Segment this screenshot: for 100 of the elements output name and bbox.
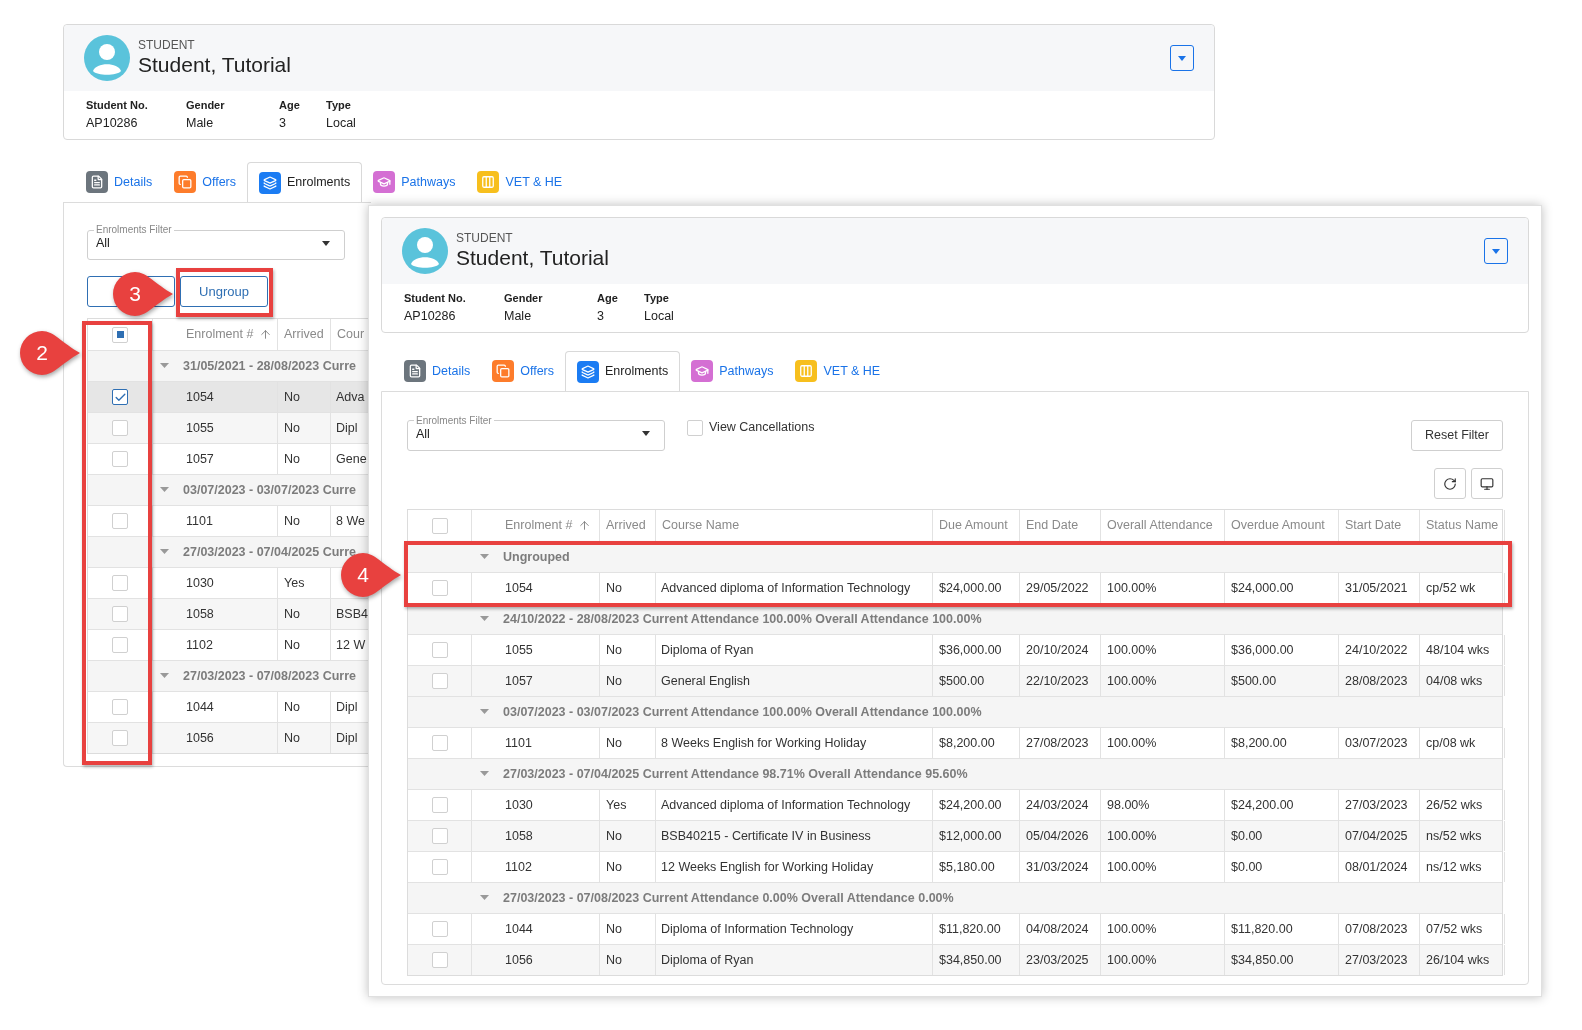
table-cell-text: 1055 <box>186 419 214 437</box>
field-value: Male <box>504 308 533 325</box>
table-cell-text: $8,200.00 <box>939 734 995 752</box>
group-title: 27/03/2023 - 07/04/2025 Current Attendance 98.71% Overall Attendance 95.60% <box>503 765 968 783</box>
table-cell-text: 1054 <box>505 579 533 597</box>
table-cell-text: No <box>284 729 300 747</box>
table-cell-text: 100.00% <box>1107 734 1157 752</box>
table-cell-text: Diploma of Information Technology <box>661 920 854 938</box>
field-label: Age <box>597 291 619 306</box>
table-cell-text: $0.00 <box>1231 858 1263 876</box>
table-cell-text: 1058 <box>505 827 533 845</box>
record-type: STUDENT <box>456 231 514 245</box>
table-cell-text: ns/52 wks <box>1426 827 1482 845</box>
table-cell-text: 1044 <box>505 920 533 938</box>
table-cell-text: 100.00% <box>1107 641 1157 659</box>
table-cell-text: $24,000.00 <box>1231 579 1294 597</box>
table-cell-text: 1058 <box>186 605 214 623</box>
table-cell-text: Diploma of Ryan <box>661 951 754 969</box>
field-label: Gender <box>186 98 226 113</box>
table-cell-text: No <box>606 951 622 969</box>
group-title: 03/07/2023 - 03/07/2023 Current Attendance 100.00% Overall Attendance 100.00% <box>503 703 982 721</box>
table-cell-text: 27/03/2023 <box>1345 796 1408 814</box>
filter-value: All <box>96 235 110 252</box>
table-cell-text: No <box>284 636 300 654</box>
table-cell-text: No <box>606 827 622 845</box>
table-cell-text: Advanced diploma of Information Technology <box>661 579 911 597</box>
table-cell-text: No <box>606 579 622 597</box>
table-cell-text: 07/52 wks <box>1426 920 1483 938</box>
table-cell-text: No <box>284 512 300 530</box>
table-cell-text: Adva <box>336 388 365 406</box>
table-cell-text: $24,200.00 <box>1231 796 1294 814</box>
table-cell-text: 1102 <box>186 636 213 654</box>
table-cell-text: Yes <box>284 574 305 592</box>
filter-label: Enrolments Filter <box>95 224 173 236</box>
table-cell-text: 20/10/2024 <box>1026 641 1089 659</box>
table-cell-text: 03/07/2023 <box>1345 734 1408 752</box>
table-cell-text: BSB40215 - Certificate IV in Business <box>661 827 871 845</box>
table-cell-text: 1056 <box>186 729 214 747</box>
table-cell-text: $34,850.00 <box>939 951 1002 969</box>
table-cell-text: 07/04/2025 <box>1345 827 1408 845</box>
table-cell-text: 22/10/2023 <box>1026 672 1089 690</box>
table-cell-text: No <box>606 920 622 938</box>
table-cell-text: $36,000.00 <box>939 641 1002 659</box>
field-label: Age <box>279 98 301 113</box>
group-title: 27/03/2023 - 07/04/2025 Curre <box>183 543 357 561</box>
table-cell-text: 23/03/2025 <box>1026 951 1089 969</box>
table-cell-text: 1101 <box>505 734 532 752</box>
table-cell-text: 05/04/2026 <box>1026 827 1089 845</box>
field-label: Gender <box>504 291 544 306</box>
field-label: Student No. <box>86 98 149 113</box>
table-cell-text: 100.00% <box>1107 827 1157 845</box>
group-title: 27/03/2023 - 07/08/2023 Current Attendance 0.00% Overall Attendance 0.00% <box>503 889 954 907</box>
table-cell-text: 12 Weeks English for Working Holiday <box>661 858 874 876</box>
table-cell-text: 29/05/2022 <box>1026 579 1089 597</box>
table-cell-text: 24/03/2024 <box>1026 796 1089 814</box>
field-value: Local <box>326 115 357 132</box>
table-cell-text: 1101 <box>186 512 213 530</box>
table-cell-text: No <box>606 858 622 876</box>
table-cell-text: $11,820.00 <box>939 920 1001 938</box>
field-label: Type <box>644 291 670 306</box>
table-cell-text: No <box>606 734 622 752</box>
table-cell-text: $8,200.00 <box>1231 734 1287 752</box>
student-name: Student, Tutorial <box>456 245 609 271</box>
step-tooltip: 3 <box>111 270 175 318</box>
table-cell-text: $500.00 <box>1231 672 1277 690</box>
filter-value: All <box>416 425 430 443</box>
filter-label: Enrolments Filter <box>415 414 493 427</box>
field-label: Student No. <box>404 291 467 306</box>
table-cell-text: cp/52 wk <box>1426 579 1476 597</box>
table-cell-text: No <box>284 698 300 716</box>
table-cell-text: 48/104 wks <box>1426 641 1490 659</box>
table-cell-text: No <box>284 388 300 406</box>
table-cell-text: 31/03/2024 <box>1026 858 1089 876</box>
table-cell-text: $24,200.00 <box>939 796 1002 814</box>
table-cell-text: 08/01/2024 <box>1345 858 1408 876</box>
table-cell-text: $5,180.00 <box>939 858 995 876</box>
table-cell-text: 24/10/2022 <box>1345 641 1408 659</box>
table-cell-text: Advanced diploma of Information Technology <box>661 796 911 814</box>
table-cell-text: 1044 <box>186 698 214 716</box>
field-value: Male <box>186 115 215 132</box>
table-cell-text: 1102 <box>505 858 532 876</box>
table-cell-text: $0.00 <box>1231 827 1263 845</box>
table-cell-text: 100.00% <box>1107 858 1157 876</box>
field-value: AP10286 <box>86 115 139 132</box>
table-cell-text: Dipl <box>336 419 358 437</box>
table-cell-text: 100.00% <box>1107 951 1157 969</box>
table-cell-text: 98.00% <box>1107 796 1150 814</box>
table-cell-text: 1030 <box>505 796 533 814</box>
table-cell-text: 31/05/2021 <box>1345 579 1408 597</box>
table-cell-text: Gene <box>336 450 367 468</box>
table-cell-text: 07/08/2023 <box>1345 920 1408 938</box>
table-cell-text: No <box>284 450 300 468</box>
table-cell-text: No <box>284 605 300 623</box>
table-cell-text: $11,820.00 <box>1231 920 1293 938</box>
table-cell-text: BSB4 <box>336 605 368 623</box>
table-cell-text: Yes <box>606 796 627 814</box>
table-cell-text: $34,850.00 <box>1231 951 1294 969</box>
table-cell-text: General English <box>661 672 750 690</box>
field-value: AP10286 <box>404 308 457 325</box>
group-title: Ungrouped <box>503 548 570 566</box>
